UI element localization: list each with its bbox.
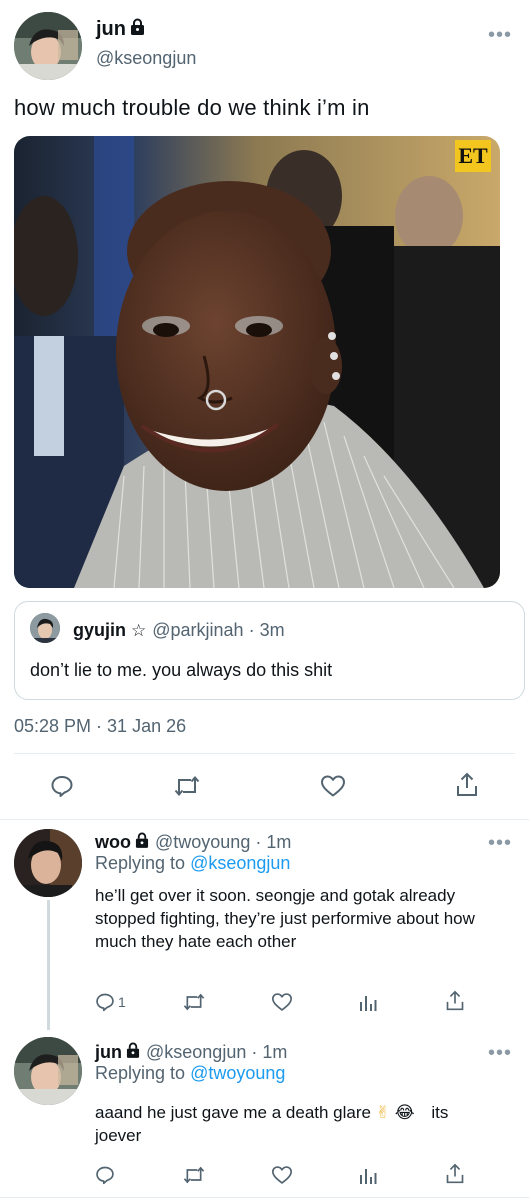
media-badge: ET [458,143,488,168]
heart-icon [272,993,292,1011]
lock-icon [130,18,145,41]
reply2-time: · 1m [251,1042,288,1062]
share-icon [446,1163,464,1184]
reply1-share-button[interactable] [445,990,465,1012]
avatar-woo[interactable] [14,829,82,897]
divider [0,1197,529,1198]
tweet-text: how much trouble do we think i’m in [14,95,370,120]
reply1-author-name[interactable]: woo [95,832,131,853]
reply2-replying-to[interactable]: @twoyoung [190,1063,285,1083]
reply2-reply-button[interactable] [95,1165,115,1185]
quoted-time: · 3m [248,620,285,640]
like-button[interactable] [320,774,346,798]
star-icon: ☆ [131,620,147,640]
reply2-text-cont: its [431,1103,449,1122]
reply1-text: he’ll get over it soon. seongje and gota… [95,886,475,951]
tweet-timestamp[interactable]: 05:28 PM · 31 Jan 26 [14,716,186,737]
quoted-text: don’t lie to me. you always do this shit [30,660,333,680]
reply2-author-name[interactable]: jun [95,1042,122,1063]
avatar-jun[interactable] [14,1037,82,1105]
heart-icon [272,1166,292,1184]
more-options-icon[interactable]: ••• [488,1043,512,1063]
heart-icon [321,775,345,797]
retweet-icon [183,993,205,1011]
reply1-like-button[interactable] [271,992,293,1012]
reply1-reply-count: 1 [118,994,126,1010]
more-options-icon[interactable]: ••• [488,25,512,45]
reply1-retweet-button[interactable] [183,992,205,1012]
thread-line [47,900,50,1030]
reply2-analytics-button[interactable] [359,1165,377,1185]
reply2-like-button[interactable] [271,1165,293,1185]
reply-button[interactable] [50,774,74,798]
reply2-text-end: joever [95,1126,142,1145]
quoted-tweet[interactable]: gyujin ☆ @parkjinah · 3m don’t lie to me… [14,601,525,700]
tweet-media[interactable]: ET [14,136,500,588]
reply2-author-handle[interactable]: @kseongjun [146,1042,246,1063]
reply-icon [96,1166,114,1185]
reply1-author-handle[interactable]: @twoyoung [155,832,250,853]
divider [14,753,515,754]
analytics-icon [360,996,377,1011]
avatar-gyujin[interactable] [30,613,60,643]
share-icon [446,990,464,1011]
lock-icon [135,832,149,853]
retweet-icon [183,1166,205,1184]
reply1-time: · 1m [255,832,292,852]
divider [0,819,529,820]
reply1-replying-to[interactable]: @kseongjun [190,853,290,873]
reply-icon [96,993,114,1012]
avatar-jun[interactable] [14,12,82,80]
reply1-reply-button[interactable]: 1 [95,992,126,1012]
retweet-button[interactable] [174,774,200,798]
reply-icon [51,776,73,797]
reply2-replying-label: Replying to [95,1063,186,1083]
event-photo [14,136,500,588]
reply2-text: aaand he just gave me a death glare [95,1103,371,1122]
laughing-emoji: 😂 [394,1103,415,1122]
retweet-icon [174,775,200,797]
reply1-replying-label: Replying to [95,853,186,873]
reply2-retweet-button[interactable] [183,1165,205,1185]
reply2-share-button[interactable] [445,1163,465,1185]
analytics-icon [360,1169,377,1184]
share-button[interactable] [455,772,479,798]
lock-icon [126,1042,140,1063]
author-name[interactable]: jun [96,18,126,41]
author-handle[interactable]: @kseongjun [96,48,196,69]
share-icon [457,772,477,796]
reply1-analytics-button[interactable] [359,992,377,1012]
quoted-author-name: gyujin [73,620,126,640]
more-options-icon[interactable]: ••• [488,833,512,853]
victory-hand-emoji: ✌ [375,1103,390,1122]
quoted-author-handle: @parkjinah [152,620,244,640]
